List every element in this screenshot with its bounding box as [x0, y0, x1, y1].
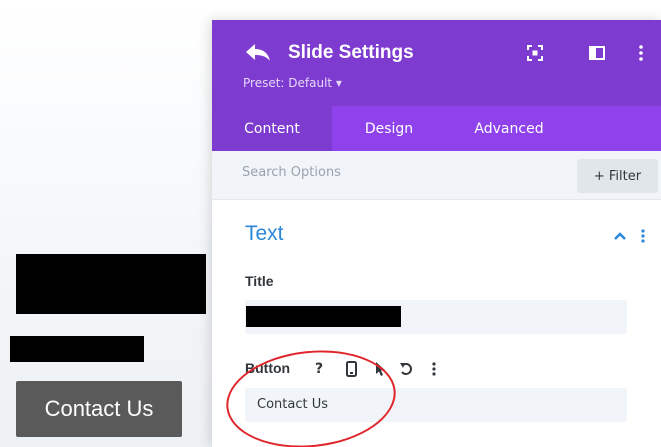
- button-text-input[interactable]: Contact Us: [245, 388, 627, 422]
- button-field-label: Button: [245, 360, 291, 376]
- page-background: [0, 0, 212, 447]
- search-bar: + Filter: [212, 151, 661, 200]
- reset-icon[interactable]: [398, 360, 414, 378]
- redacted-heading: [16, 254, 206, 314]
- redacted-title-value: [246, 306, 401, 327]
- redacted-subheading: [10, 336, 144, 362]
- tab-content[interactable]: Content: [212, 106, 332, 151]
- filter-button[interactable]: + Filter: [577, 159, 658, 193]
- chevron-up-icon[interactable]: [612, 228, 628, 244]
- contact-us-page-button[interactable]: Contact Us: [16, 381, 182, 437]
- mobile-icon[interactable]: [343, 360, 359, 378]
- tab-bar: Content Design Advanced: [212, 106, 661, 151]
- field-more-icon[interactable]: [426, 360, 442, 378]
- panel-title: Slide Settings: [288, 42, 414, 63]
- search-options-input[interactable]: [242, 165, 502, 180]
- settings-panel: Slide Settings Preset: Default ▾ Content…: [212, 20, 661, 447]
- split-view-icon[interactable]: [588, 44, 606, 62]
- more-options-icon[interactable]: [632, 44, 650, 62]
- tab-design[interactable]: Design: [334, 106, 444, 151]
- text-section-title[interactable]: Text: [245, 222, 284, 246]
- title-field-input[interactable]: [245, 300, 627, 334]
- help-icon[interactable]: ?: [311, 360, 327, 378]
- focus-icon[interactable]: [526, 44, 544, 62]
- panel-header: Slide Settings Preset: Default ▾: [212, 20, 661, 106]
- section-more-icon[interactable]: [639, 228, 647, 244]
- cursor-icon[interactable]: [372, 360, 388, 378]
- preset-selector[interactable]: Preset: Default ▾: [243, 76, 342, 90]
- back-arrow-icon[interactable]: [244, 42, 272, 64]
- title-field-label: Title: [245, 273, 274, 289]
- tab-advanced[interactable]: Advanced: [444, 106, 574, 151]
